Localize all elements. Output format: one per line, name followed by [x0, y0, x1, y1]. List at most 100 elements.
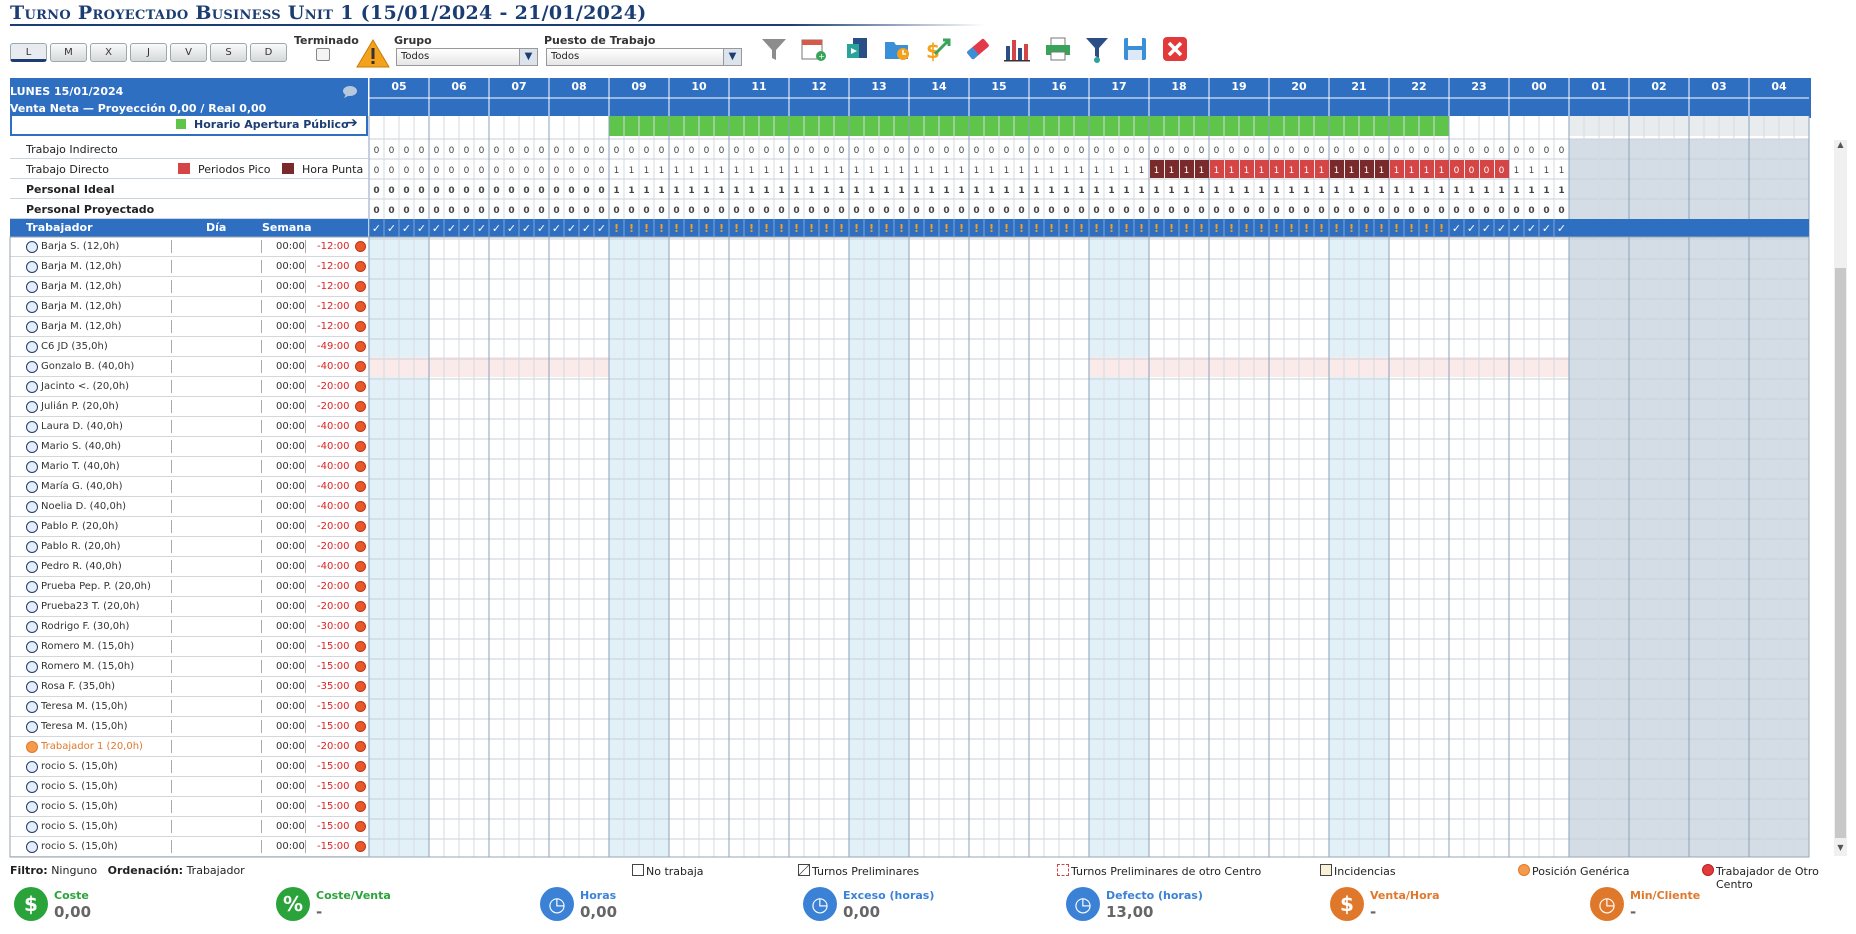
alert-icon[interactable] — [355, 241, 366, 252]
worker-name[interactable]: rocio S. (15,0h) — [41, 841, 118, 852]
scroll-up-icon[interactable]: ▲ — [1834, 140, 1847, 153]
alert-icon[interactable] — [355, 261, 366, 272]
alert-icon[interactable] — [355, 421, 366, 432]
cost-arrow-icon[interactable]: $ — [923, 34, 953, 64]
alert-icon[interactable] — [355, 301, 366, 312]
worker-name[interactable]: Laura D. (40,0h) — [41, 421, 123, 432]
alert-icon[interactable] — [355, 841, 366, 852]
worker-row[interactable]: Rodrigo F. (30,0h) 00:00 -30:00 — [10, 617, 368, 637]
day-button-sabado[interactable]: S — [210, 43, 247, 62]
alert-icon[interactable] — [355, 821, 366, 832]
worker-row[interactable]: Trabajador 1 (20,0h) 00:00 -20:00 — [10, 737, 368, 757]
col-semana[interactable]: Semana — [262, 221, 314, 234]
export-icon[interactable] — [843, 34, 873, 64]
worker-name[interactable]: C6 JD (35,0h) — [41, 341, 108, 352]
alert-icon[interactable] — [355, 601, 366, 612]
worker-row[interactable]: Noelia D. (40,0h) 00:00 -40:00 — [10, 497, 368, 517]
scroll-down-icon[interactable]: ▼ — [1834, 843, 1847, 856]
filter-icon[interactable] — [759, 34, 789, 64]
alert-icon[interactable] — [355, 501, 366, 512]
alert-icon[interactable] — [355, 741, 366, 752]
worker-row[interactable]: Barja S. (12,0h) 00:00 -12:00 — [10, 237, 368, 257]
worker-name[interactable]: Trabajador 1 (20,0h) — [41, 741, 143, 752]
filter-alert-icon[interactable] — [1082, 34, 1112, 64]
worker-row[interactable]: Barja M. (12,0h) 00:00 -12:00 — [10, 317, 368, 337]
alert-icon[interactable] — [355, 541, 366, 552]
worker-row[interactable]: Romero M. (15,0h) 00:00 -15:00 — [10, 637, 368, 657]
worker-name[interactable]: Mario T. (40,0h) — [41, 461, 120, 472]
alert-icon[interactable] — [355, 721, 366, 732]
worker-name[interactable]: rocio S. (15,0h) — [41, 781, 118, 792]
day-button-viernes[interactable]: V — [170, 43, 207, 62]
worker-row[interactable]: rocio S. (15,0h) 00:00 -15:00 — [10, 817, 368, 837]
worker-name[interactable]: Romero M. (15,0h) — [41, 641, 134, 652]
alert-icon[interactable] — [355, 701, 366, 712]
terminado-checkbox[interactable] — [316, 48, 330, 61]
alert-icon[interactable] — [355, 781, 366, 792]
worker-row[interactable]: Gonzalo B. (40,0h) 00:00 -40:00 — [10, 357, 368, 377]
worker-name[interactable]: Teresa M. (15,0h) — [41, 701, 128, 712]
worker-name[interactable]: Barja M. (12,0h) — [41, 301, 122, 312]
day-button-jueves[interactable]: J — [130, 43, 167, 62]
worker-name[interactable]: Jacinto <. (20,0h) — [41, 381, 129, 392]
worker-row[interactable]: Barja M. (12,0h) 00:00 -12:00 — [10, 257, 368, 277]
warning-icon[interactable] — [356, 38, 390, 68]
day-button-martes[interactable]: M — [50, 43, 87, 62]
worker-row[interactable]: Barja M. (12,0h) 00:00 -12:00 — [10, 277, 368, 297]
vertical-scrollbar[interactable]: ▲ ▼ — [1834, 140, 1847, 856]
worker-name[interactable]: Julián P. (20,0h) — [41, 401, 119, 412]
alert-icon[interactable] — [355, 461, 366, 472]
worker-name[interactable]: María G. (40,0h) — [41, 481, 122, 492]
worker-row[interactable]: rocio S. (15,0h) 00:00 -15:00 — [10, 797, 368, 817]
alert-icon[interactable] — [355, 761, 366, 772]
alert-icon[interactable] — [355, 481, 366, 492]
alert-icon[interactable] — [355, 681, 366, 692]
worker-name[interactable]: Prueba23 T. (20,0h) — [41, 601, 140, 612]
worker-row[interactable]: rocio S. (15,0h) 00:00 -15:00 — [10, 837, 368, 857]
worker-name[interactable]: Pedro R. (40,0h) — [41, 561, 122, 572]
worker-row[interactable]: Barja M. (12,0h) 00:00 -12:00 — [10, 297, 368, 317]
worker-row[interactable]: Romero M. (15,0h) 00:00 -15:00 — [10, 657, 368, 677]
day-button-lunes[interactable]: L — [10, 43, 47, 62]
worker-name[interactable]: Barja S. (12,0h) — [41, 241, 119, 252]
worker-name[interactable]: Barja M. (12,0h) — [41, 261, 122, 272]
grupo-select[interactable]: Todos ▼ — [396, 48, 538, 66]
bar-chart-icon[interactable] — [1002, 34, 1032, 64]
alert-icon[interactable] — [355, 801, 366, 812]
alert-icon[interactable] — [355, 521, 366, 532]
worker-row[interactable]: Jacinto <. (20,0h) 00:00 -20:00 — [10, 377, 368, 397]
worker-name[interactable]: Gonzalo B. (40,0h) — [41, 361, 134, 372]
worker-row[interactable]: Teresa M. (15,0h) 00:00 -15:00 — [10, 697, 368, 717]
alert-icon[interactable] — [355, 361, 366, 372]
arrow-right-icon[interactable]: ➔ — [346, 115, 358, 131]
worker-name[interactable]: Romero M. (15,0h) — [41, 661, 134, 672]
worker-row[interactable]: Laura D. (40,0h) 00:00 -40:00 — [10, 417, 368, 437]
printer-icon[interactable] — [1043, 34, 1073, 64]
worker-row[interactable]: Prueba Pep. P. (20,0h) 00:00 -20:00 — [10, 577, 368, 597]
day-button-domingo[interactable]: D — [250, 43, 287, 62]
worker-row[interactable]: Teresa M. (15,0h) 00:00 -15:00 — [10, 717, 368, 737]
worker-row[interactable]: Julián P. (20,0h) 00:00 -20:00 — [10, 397, 368, 417]
worker-name[interactable]: rocio S. (15,0h) — [41, 821, 118, 832]
worker-row[interactable]: Prueba23 T. (20,0h) 00:00 -20:00 — [10, 597, 368, 617]
worker-name[interactable]: Pablo R. (20,0h) — [41, 541, 121, 552]
worker-name[interactable]: Mario S. (40,0h) — [41, 441, 121, 452]
worker-row[interactable]: C6 JD (35,0h) 00:00 -49:00 — [10, 337, 368, 357]
col-dia[interactable]: Día — [206, 221, 226, 234]
alert-icon[interactable] — [355, 321, 366, 332]
eraser-icon[interactable] — [963, 34, 993, 64]
alert-icon[interactable] — [355, 281, 366, 292]
calendar-add-icon[interactable]: + — [798, 34, 828, 64]
alert-icon[interactable] — [355, 581, 366, 592]
worker-name[interactable]: Rosa F. (35,0h) — [41, 681, 115, 692]
worker-row[interactable]: Pablo R. (20,0h) 00:00 -20:00 — [10, 537, 368, 557]
worker-row[interactable]: Mario T. (40,0h) 00:00 -40:00 — [10, 457, 368, 477]
worker-name[interactable]: Rodrigo F. (30,0h) — [41, 621, 129, 632]
worker-name[interactable]: Barja M. (12,0h) — [41, 281, 122, 292]
alert-icon[interactable] — [355, 341, 366, 352]
scroll-thumb[interactable] — [1835, 268, 1846, 838]
worker-name[interactable]: Teresa M. (15,0h) — [41, 721, 128, 732]
worker-row[interactable]: Rosa F. (35,0h) 00:00 -35:00 — [10, 677, 368, 697]
worker-row[interactable]: Pablo P. (20,0h) 00:00 -20:00 — [10, 517, 368, 537]
puesto-select[interactable]: Todos ▼ — [546, 48, 742, 66]
